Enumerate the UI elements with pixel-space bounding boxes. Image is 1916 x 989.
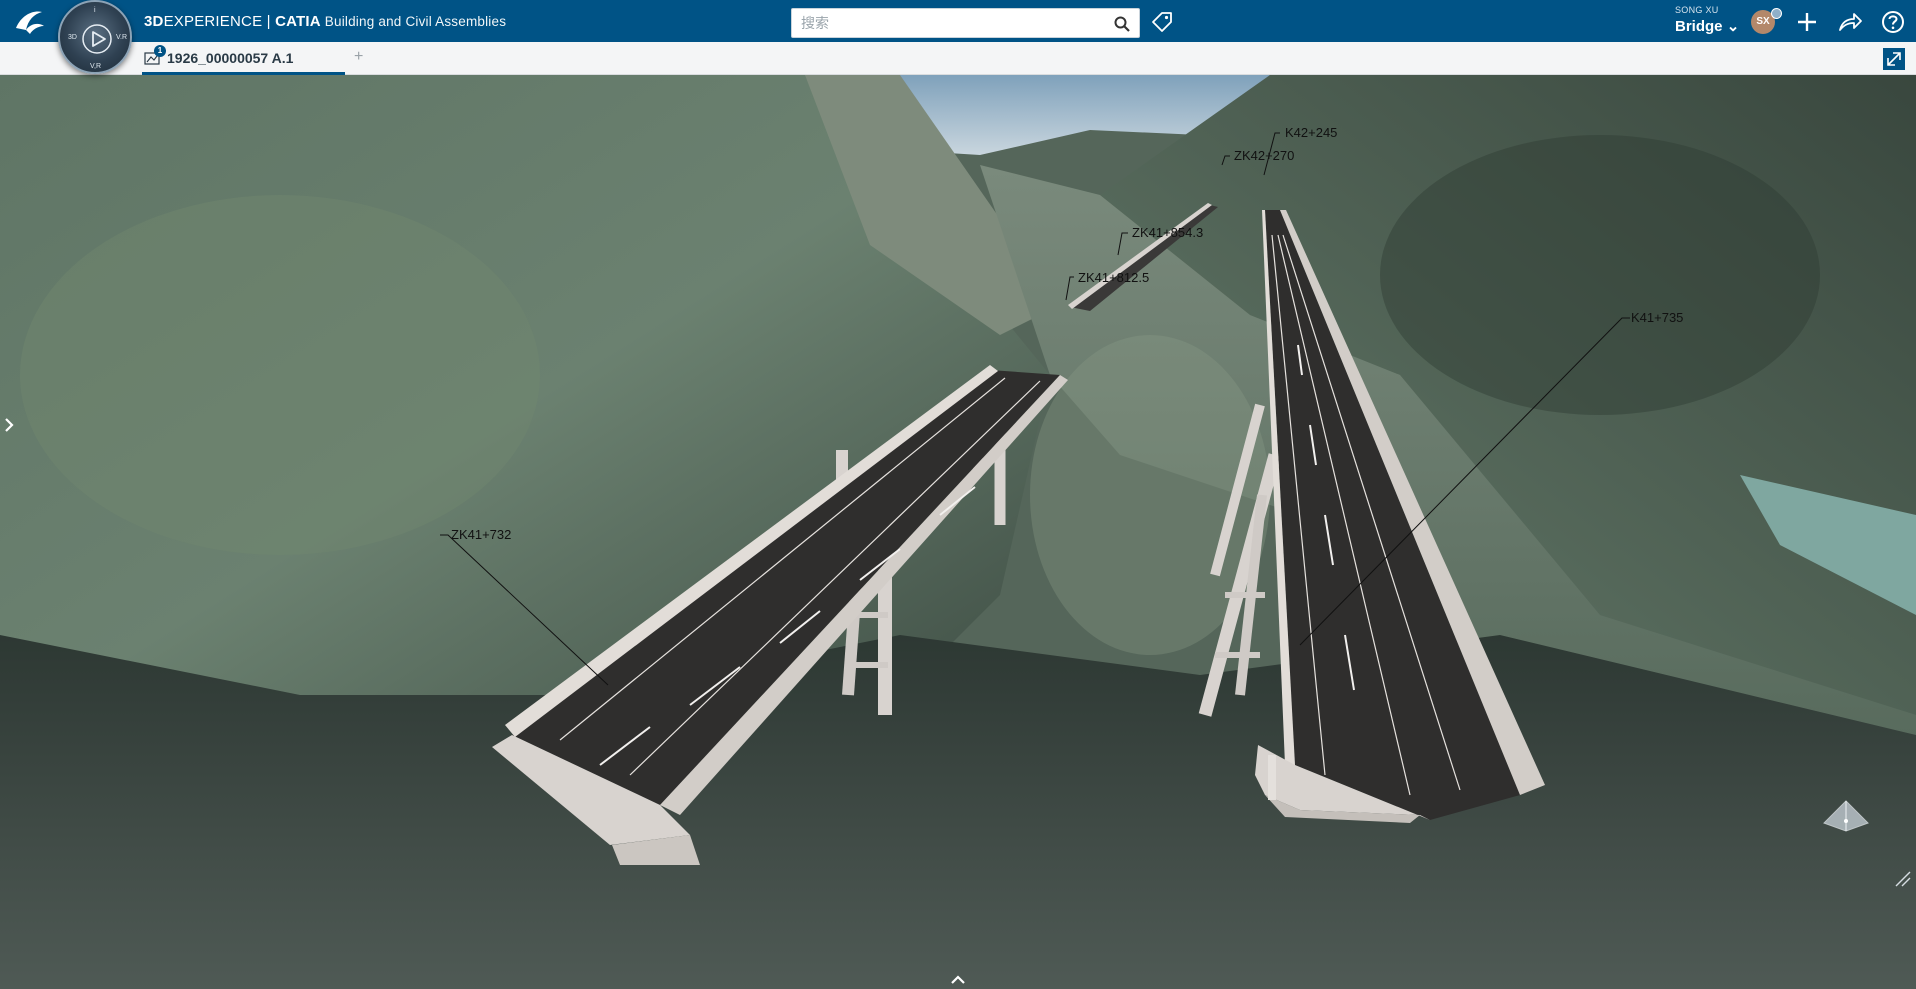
share-icon[interactable] xyxy=(1836,8,1864,36)
brand-app: CATIA xyxy=(275,13,321,30)
station-label-zk41-732[interactable]: ZK41+732 xyxy=(451,527,511,542)
compass-bottom-label: V,R xyxy=(90,63,102,70)
navigation-cube-icon[interactable] xyxy=(1820,797,1872,837)
app-title: 3DEXPERIENCE | CATIA Building and Civil … xyxy=(144,13,506,30)
collab-space-label: Bridge xyxy=(1675,18,1723,35)
3d-viewport[interactable]: K42+245 ZK42+270 ZK41+854.3 ZK41+812.5 K… xyxy=(0,75,1916,989)
tag-icon[interactable] xyxy=(1150,10,1174,34)
search-icon[interactable] xyxy=(1113,15,1131,33)
search-box[interactable] xyxy=(791,8,1140,38)
help-icon[interactable] xyxy=(1879,8,1907,36)
chevron-right-icon[interactable] xyxy=(2,415,16,435)
collab-space[interactable]: Bridge ⌄ xyxy=(1675,17,1739,35)
brand-experience: EXPERIENCE | xyxy=(163,13,276,30)
compass-info-label: i xyxy=(94,7,96,14)
top-bar: 3DEXPERIENCE | CATIA Building and Civil … xyxy=(0,0,1916,42)
tab-badge: 1 xyxy=(154,45,166,57)
compass-3d-label: 3D xyxy=(68,34,77,41)
compass-widget[interactable]: 3D V.R i V,R xyxy=(58,0,132,74)
plus-icon[interactable] xyxy=(1793,8,1821,36)
station-label-zk42-270[interactable]: ZK42+270 xyxy=(1234,148,1294,163)
brand-role: Building and Civil Assemblies xyxy=(320,14,507,29)
play-icon[interactable] xyxy=(82,24,112,54)
compass-vr-label: V.R xyxy=(116,34,128,41)
station-label-k42-245[interactable]: K42+245 xyxy=(1285,125,1337,140)
tab-title: 1926_00000057 A.1 xyxy=(167,50,294,66)
add-tab-button[interactable]: + xyxy=(354,48,363,66)
tab-bar: 1 1926_00000057 A.1 + xyxy=(0,42,1916,75)
station-label-k41-735[interactable]: K41+735 xyxy=(1631,310,1683,325)
expand-icon[interactable] xyxy=(1882,47,1906,71)
brand-3d: 3D xyxy=(144,13,164,30)
user-menu[interactable]: SONG XU Bridge ⌄ xyxy=(1675,5,1739,35)
tab-document[interactable]: 1 1926_00000057 A.1 xyxy=(142,42,345,75)
search-input[interactable] xyxy=(801,9,1101,37)
station-label-zk41-812[interactable]: ZK41+812.5 xyxy=(1078,270,1149,285)
user-name: SONG XU xyxy=(1675,5,1719,15)
chevron-up-icon[interactable] xyxy=(948,972,968,986)
chevron-down-icon: ⌄ xyxy=(1726,18,1740,35)
status-dot-icon xyxy=(1771,8,1782,19)
resize-grip-icon[interactable] xyxy=(1894,870,1912,888)
ds-logo-icon[interactable] xyxy=(12,6,48,36)
station-label-zk41-854[interactable]: ZK41+854.3 xyxy=(1132,225,1203,240)
bridge-scene xyxy=(0,75,1916,989)
